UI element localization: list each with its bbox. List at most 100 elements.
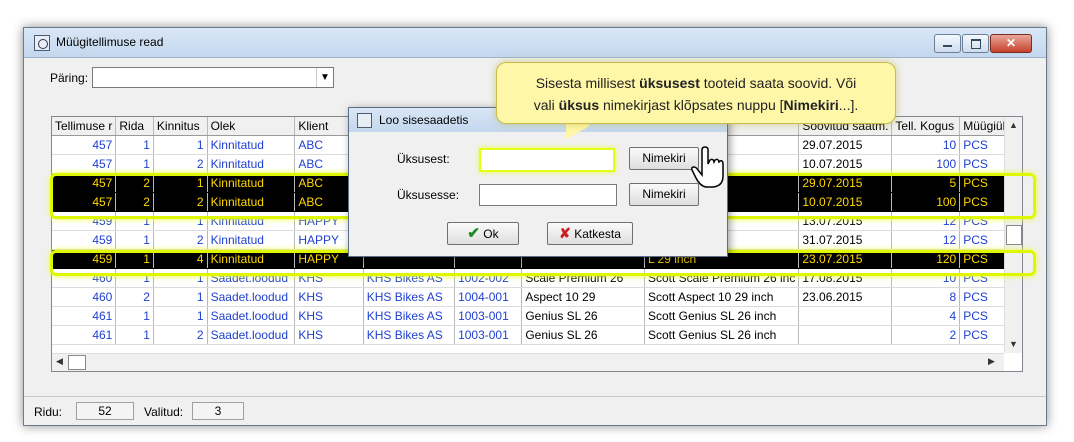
ok-button[interactable]: ✔ Ok [447,222,519,245]
table-cell: Saadet.loodud [207,287,296,307]
table-cell: Scott Scale Premium 26 inc [644,268,800,288]
table-cell: 1 [115,306,154,326]
table-cell [798,306,893,326]
table-cell: Saadet.loodud [207,325,296,345]
hand-cursor-icon [691,146,724,188]
table-cell: 10 [891,268,961,288]
table-cell: Genius SL 26 [521,306,645,326]
table-cell: 1 [153,173,208,193]
checkmark-icon: ✔ [467,225,480,242]
table-cell: 459 [52,249,117,269]
table-cell: 2 [891,325,961,345]
table-cell: 2 [153,154,208,174]
table-cell: 459 [52,230,117,250]
column-header[interactable]: Tellimuse r [52,117,117,136]
table-cell: Kinnitatud [207,192,296,212]
from-unit-label: Üksusest: [397,152,450,166]
scroll-up-icon[interactable]: ▲ [1009,120,1018,130]
table-cell: 1002-002 [454,268,523,288]
help-callout: Sisesta millisest üksusest tooteid saata… [496,62,896,124]
selected-count-value: 3 [192,402,244,420]
table-cell: 1 [115,154,154,174]
table-cell: Kinnitatud [207,135,296,155]
from-unit-input[interactable] [479,148,615,172]
table-cell: 120 [891,249,961,269]
scroll-down-icon[interactable]: ▼ [1009,339,1018,349]
table-row[interactable]: 460 1 1 Saadet.loodud KHS KHS Bikes AS 1002-00… [52,268,1022,288]
table-cell: 12 [891,211,961,231]
table-cell: 1 [115,135,154,155]
table-cell: Scale Premium 26 [521,268,645,288]
table-cell: Kinnitatud [207,249,296,269]
table-cell: 460 [52,268,117,288]
table-cell: Genius SL 26 [521,325,645,345]
table-cell: 100 [891,154,961,174]
column-header[interactable]: Rida [115,117,154,136]
horizontal-scrollbar[interactable]: ◀ ▶ [52,353,1004,371]
table-cell: 5 [891,173,961,193]
ok-label: Ok [483,227,499,241]
scroll-right-icon[interactable]: ▶ [988,356,995,367]
table-cell: 12 [891,230,961,250]
column-header[interactable]: Olek [207,117,296,136]
column-header[interactable]: Kinnitus [153,117,208,136]
table-row[interactable]: 461 1 1 Saadet.loodud KHS KHS Bikes AS 1003-00… [52,306,1022,326]
table-cell: Aspect 10 29 [521,287,645,307]
table-cell: Kinnitatud [207,230,296,250]
minimize-button[interactable] [934,34,961,53]
selected-count-label: Valitud: [144,405,184,419]
dialog-icon [357,113,372,128]
table-cell: Saadet.loodud [207,306,296,326]
table-cell: Scott Genius SL 26 inch [644,306,800,326]
table-cell: 1004-001 [454,287,523,307]
table-cell: 2 [115,192,154,212]
table-cell: 1 [153,306,208,326]
to-unit-input[interactable] [479,184,617,206]
table-cell: Scott Aspect 10 29 inch [644,287,800,307]
table-cell: 2 [153,230,208,250]
title-bar: Müügitellimuse read ✕ [24,28,1046,58]
dialog-title: Loo sisesaadetis [379,113,469,127]
table-cell: 460 [52,287,117,307]
maximize-button[interactable] [962,34,989,53]
table-cell: 13.07.2015 [798,211,893,231]
cancel-label: Katkesta [574,227,621,241]
table-cell: KHS [294,287,364,307]
scroll-left-icon[interactable]: ◀ [56,356,63,367]
cancel-button[interactable]: ✘ Katkesta [547,222,633,245]
table-cell: 461 [52,306,117,326]
table-cell: KHS Bikes AS [363,287,456,307]
table-row[interactable]: 460 2 1 Saadet.loodud KHS KHS Bikes AS 1004-00… [52,287,1022,307]
table-cell: KHS Bikes AS [363,325,456,345]
chevron-down-icon[interactable]: ▼ [316,68,333,87]
column-header[interactable]: Tell. Kogus [891,117,961,136]
cross-icon: ✘ [559,225,571,241]
table-cell: 457 [52,154,117,174]
table-cell: 457 [52,135,117,155]
close-button[interactable]: ✕ [990,34,1032,53]
horizontal-scroll-thumb[interactable] [68,355,86,370]
table-cell: 10.07.2015 [798,192,893,212]
table-cell: 23.06.2015 [798,287,893,307]
rows-count-value: 52 [76,402,134,420]
table-cell: KHS [294,268,364,288]
table-cell: 1 [115,325,154,345]
table-row[interactable]: 461 1 2 Saadet.loodud KHS KHS Bikes AS 1003-00… [52,325,1022,345]
table-cell: 29.07.2015 [798,173,893,193]
table-cell: 1 [115,249,154,269]
callout-line-2: vali üksus nimekirjast klõpsates nuppu [… [533,97,859,113]
query-select[interactable]: ▼ [92,67,334,88]
table-cell: 10 [891,135,961,155]
table-cell: Kinnitatud [207,211,296,231]
table-cell: 1003-001 [454,306,523,326]
table-cell: 2 [153,325,208,345]
table-cell: 29.07.2015 [798,135,893,155]
table-cell: 1 [153,135,208,155]
table-cell: 1 [115,230,154,250]
vertical-scroll-thumb[interactable] [1006,225,1022,245]
vertical-scrollbar[interactable]: ▲ ▼ [1004,117,1022,353]
table-cell: 2 [153,192,208,212]
app-icon [34,35,50,51]
table-cell: 10.07.2015 [798,154,893,174]
table-cell: 1 [153,268,208,288]
